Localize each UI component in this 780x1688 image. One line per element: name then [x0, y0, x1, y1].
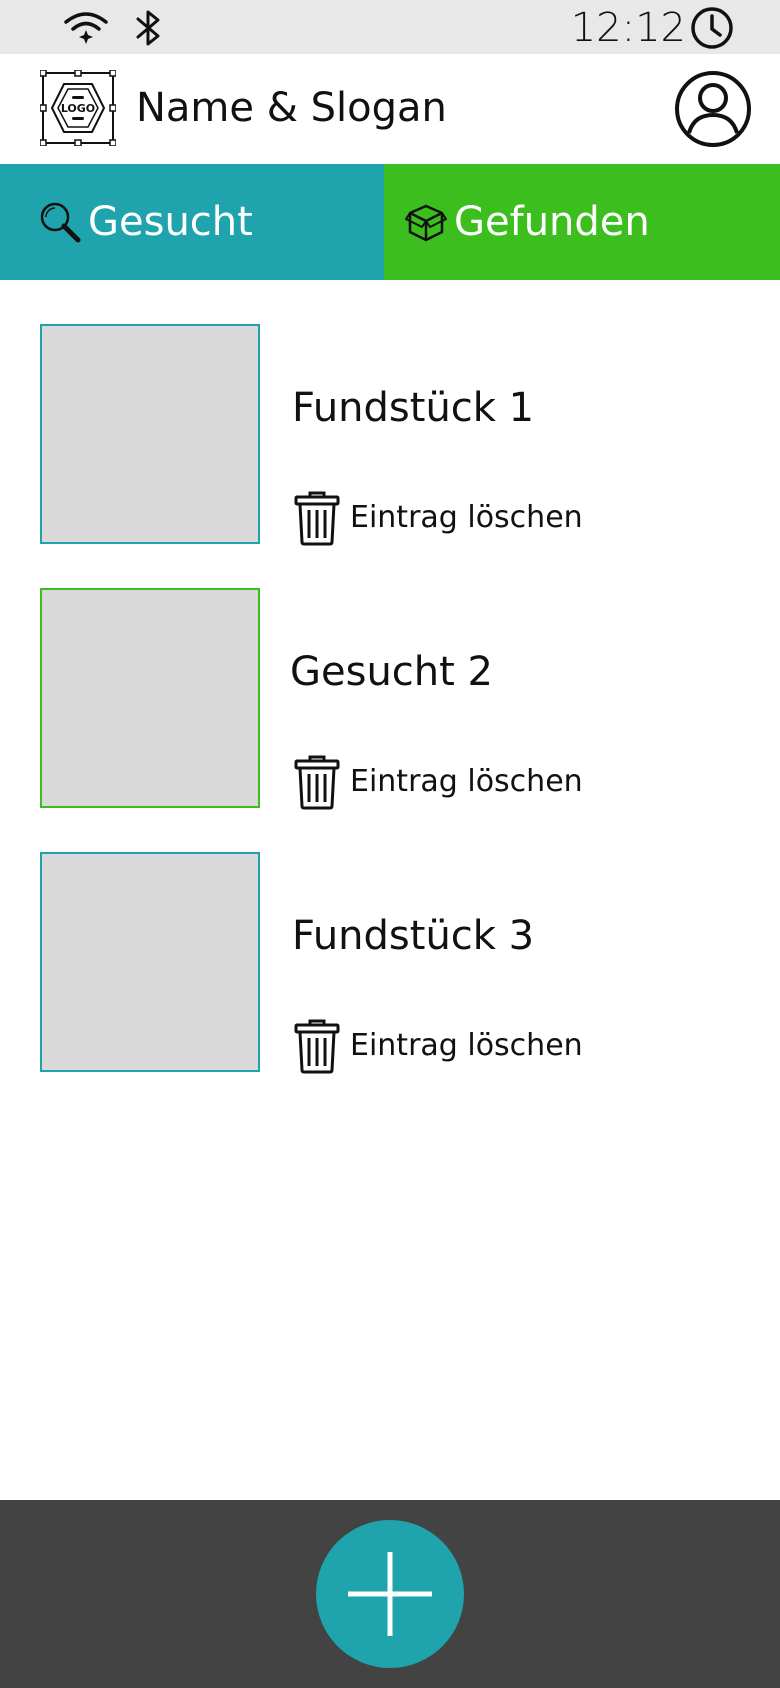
item-thumbnail[interactable]: [40, 324, 260, 544]
item-title: Gesucht 2: [290, 649, 493, 695]
clock-icon: [691, 7, 733, 49]
list-item[interactable]: Fundstück 3 Eintrag löschen: [0, 808, 780, 1074]
status-bar: 12:12: [0, 0, 780, 54]
delete-entry-label: Eintrag löschen: [350, 500, 583, 535]
item-thumbnail[interactable]: [40, 852, 260, 1072]
box-icon: [405, 204, 447, 242]
tab-gesucht[interactable]: Gesucht: [0, 164, 384, 280]
plus-icon: [348, 1552, 432, 1636]
delete-entry-button[interactable]: Eintrag löschen: [294, 1018, 583, 1074]
tab-gefunden-label: Gefunden: [454, 199, 650, 245]
list-item[interactable]: Gesucht 2 Eintrag löschen: [0, 544, 780, 810]
tab-bar: Gesucht Gefunden: [0, 164, 780, 280]
bluetooth-icon: [136, 10, 160, 46]
bottom-bar: [0, 1500, 780, 1688]
item-thumbnail[interactable]: [40, 588, 260, 808]
add-entry-button[interactable]: [316, 1520, 464, 1668]
entry-list: Fundstück 1 Eintrag löschen Gesucht 2 Ei…: [0, 280, 780, 1074]
search-icon: [40, 202, 81, 243]
trash-icon: [294, 1019, 340, 1074]
app-title: Name & Slogan: [136, 85, 447, 131]
trash-icon: [294, 755, 340, 810]
item-title: Fundstück 3: [292, 913, 535, 959]
item-title: Fundstück 1: [292, 385, 535, 431]
status-time: 12:12: [570, 5, 686, 51]
app-header: LOGO Name & Slogan: [0, 54, 780, 164]
delete-entry-label: Eintrag löschen: [350, 1028, 583, 1063]
tab-gefunden[interactable]: Gefunden: [384, 164, 780, 280]
delete-entry-button[interactable]: Eintrag löschen: [294, 490, 583, 546]
logo-icon[interactable]: LOGO: [40, 70, 116, 146]
user-circle-icon[interactable]: [674, 70, 752, 148]
wifi-icon: [64, 12, 108, 44]
list-item[interactable]: Fundstück 1 Eintrag löschen: [0, 280, 780, 546]
tab-gesucht-label: Gesucht: [88, 199, 253, 245]
trash-icon: [294, 491, 340, 546]
logo-text: LOGO: [61, 102, 95, 115]
delete-entry-button[interactable]: Eintrag löschen: [294, 754, 583, 810]
app-screen: 12:12 LOGO Name & Slogan Gesucht Gefunde…: [0, 0, 780, 1688]
delete-entry-label: Eintrag löschen: [350, 764, 583, 799]
